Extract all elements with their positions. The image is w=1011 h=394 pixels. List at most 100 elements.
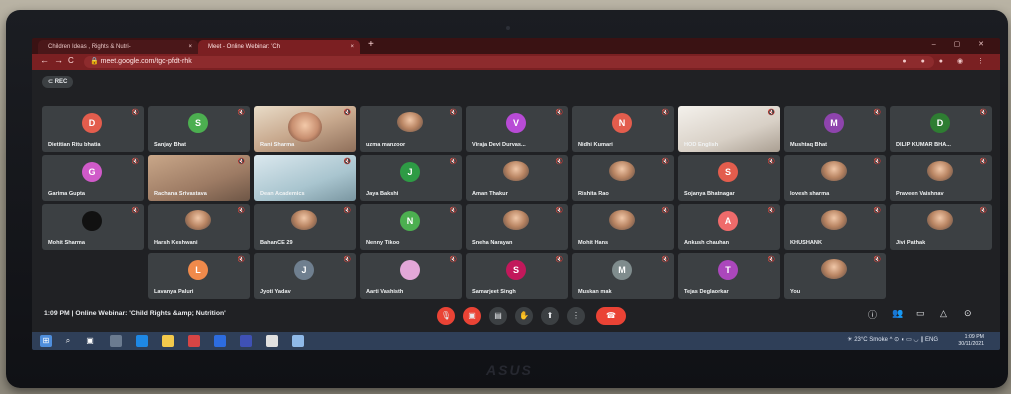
tab-meet[interactable]: Meet - Online Webinar: 'Ch × [198,40,360,54]
participant-name: BahanCE 29 [260,240,293,246]
raise-hand-button[interactable]: ✋ [515,307,533,325]
extension-icons[interactable]: ● ● ● ◉ ⋮ [902,57,990,65]
participant-photo [185,210,211,230]
mail-icon[interactable] [214,335,226,347]
search-icon[interactable]: ⌕ [62,335,74,347]
tab-children-ideas[interactable]: Children Ideas , Rights & Nutri- × [38,40,198,54]
mic-muted-icon: 🔇 [979,208,987,214]
meeting-details: 1:09 PM | Online Webinar: 'Child Rights … [44,310,226,317]
participant-tile[interactable]: 🔇 lovesh sharma [784,155,886,201]
participant-avatar: G [82,162,102,182]
mic-muted-icon: 🔇 [661,257,669,263]
file-explorer-icon[interactable] [162,335,174,347]
participant-tile[interactable]: 🔇 Jivi Pathak [890,204,992,250]
participant-tile[interactable]: 🔇 Sneha Narayan [466,204,568,250]
mic-muted-icon: 🔇 [131,110,139,116]
participant-name: Jaya Bakshi [366,191,399,197]
participant-tile[interactable]: 🔇 Dean Academics [254,155,356,201]
participant-tile[interactable]: 🔇 Aarti Vashisth [360,253,462,299]
participant-tile[interactable]: S 🔇 Sojanya Bhatnagar [678,155,780,201]
participant-tile[interactable]: S 🔇 Sanjay Bhat [148,106,250,152]
clock[interactable]: 1:09 PM 30/11/2021 [958,334,984,348]
participant-tile[interactable]: M 🔇 Muskan mak [572,253,674,299]
mic-muted-icon: 🔇 [237,159,245,165]
participant-tile[interactable]: G 🔇 Garima Gupta [42,155,144,201]
mic-off-button[interactable]: 🎙 [437,307,455,325]
host-controls-icon[interactable]: ⊙ [964,308,972,319]
participant-name: DILIP KUMAR BHA... [896,142,951,148]
participant-photo [821,259,847,279]
back-button[interactable]: ← [40,55,49,65]
participant-tile[interactable]: N 🔇 Nidhi Kumari [572,106,674,152]
photos-icon[interactable] [292,335,304,347]
participant-tile[interactable]: 🔇 KHUSHANK [784,204,886,250]
mic-muted-icon: 🔇 [449,257,457,263]
recording-badge: ⊂ REC [42,76,74,88]
webcam [506,26,510,30]
more-options-button[interactable]: ⋮ [567,307,585,325]
participant-tile[interactable]: 🔇 HOD English [678,106,780,152]
close-icon[interactable]: × [350,40,354,54]
participant-tile[interactable]: D 🔇 Dietitian Ritu bhatia [42,106,144,152]
new-tab-button[interactable]: + [368,39,374,50]
close-icon[interactable]: × [188,40,192,54]
windows-taskbar: ⊞ ⌕ ▣ ☀ 23°C Smoke ^ ⊙ ◖ ▭ ◡ ∥ ENG 1:09 … [32,332,1000,350]
participant-name: Garima Gupta [48,191,85,197]
activities-icon[interactable]: △ [940,308,947,319]
meet-stage: ⊂ REC D 🔇 Dietitian Ritu bhatia S 🔇 Sanjay Bh… [32,70,1000,332]
participant-tile[interactable]: A 🔇 Ankush chauhan [678,204,780,250]
participant-tile[interactable]: 🔇 Rani Sharma [254,106,356,152]
office-icon[interactable] [188,335,200,347]
mic-muted-icon: 🔇 [131,208,139,214]
participant-tile[interactable]: J 🔇 Jaya Bakshi [360,155,462,201]
participant-tile[interactable]: V 🔇 Viraja Devi Durvas... [466,106,568,152]
edge-icon[interactable] [136,335,148,347]
participant-tile[interactable]: 🔇 Praveen Vaishnav [890,155,992,201]
task-view-icon[interactable]: ▣ [84,335,96,347]
participant-tile[interactable]: 🔇 Rachana Srivastava [148,155,250,201]
participant-video [288,112,322,142]
people-icon[interactable]: 👥 [892,308,903,319]
participant-tile[interactable]: 🔇 BahanCE 29 [254,204,356,250]
present-button[interactable]: ⬆ [541,307,559,325]
participant-photo [821,161,847,181]
captions-button[interactable]: ▤ [489,307,507,325]
participant-tile[interactable]: 🔇 Mohit Sharma [42,204,144,250]
info-icon[interactable]: ⓘ [868,308,877,321]
chat-icon[interactable]: ▭ [916,308,925,319]
start-icon[interactable]: ⊞ [40,335,52,347]
participant-tile[interactable]: N 🔇 Nenny Tikoo [360,204,462,250]
camera-off-button[interactable]: ▣ [463,307,481,325]
participant-avatar: M [824,113,844,133]
participant-tile[interactable]: 🔇 Rishita Rao [572,155,674,201]
window-controls[interactable]: – ▢ ✕ [932,40,992,48]
url-input[interactable]: 🔒 meet.google.com/tgc-pfdt-rhk [84,56,934,68]
app-icon[interactable] [110,335,122,347]
participant-tile[interactable]: 🔇 Aman Thakur [466,155,568,201]
participant-name: Rachana Srivastava [154,191,207,197]
participant-name: Aarti Vashisth [366,289,404,295]
participant-tile[interactable]: J 🔇 Jyoti Yadav [254,253,356,299]
participant-photo [609,161,635,181]
mic-muted-icon: 🔇 [767,208,775,214]
participant-tile[interactable]: S 🔇 Samarjeet Singh [466,253,568,299]
participant-tile[interactable]: D 🔇 DILIP KUMAR BHA... [890,106,992,152]
screen: Children Ideas , Rights & Nutri- × Meet … [32,38,1000,350]
participant-tile[interactable]: 🔇 Mohit Hans [572,204,674,250]
system-tray[interactable]: ☀ 23°C Smoke ^ ⊙ ◖ ▭ ◡ ∥ ENG [847,336,938,343]
participant-tile[interactable]: M 🔇 Mushtaq Bhat [784,106,886,152]
reload-button[interactable]: C [68,56,74,65]
participant-tile[interactable]: L 🔇 Lavanya Paluri [148,253,250,299]
participant-tile[interactable]: 🔇 Harsh Keshwani [148,204,250,250]
participant-tile[interactable]: T 🔇 Tejas Deglaorkar [678,253,780,299]
participant-photo [927,161,953,181]
word-icon[interactable] [240,335,252,347]
chrome-icon[interactable] [266,335,278,347]
mic-muted-icon: 🔇 [873,110,881,116]
participant-tile[interactable]: 🔇 uzma manzoor [360,106,462,152]
mic-muted-icon: 🔇 [131,159,139,165]
forward-button[interactable]: → [54,55,63,65]
leave-call-button[interactable]: ☎ [596,307,626,325]
participant-tile[interactable]: 🔇 You [784,253,886,299]
rec-icon: ⊂ [48,79,55,85]
